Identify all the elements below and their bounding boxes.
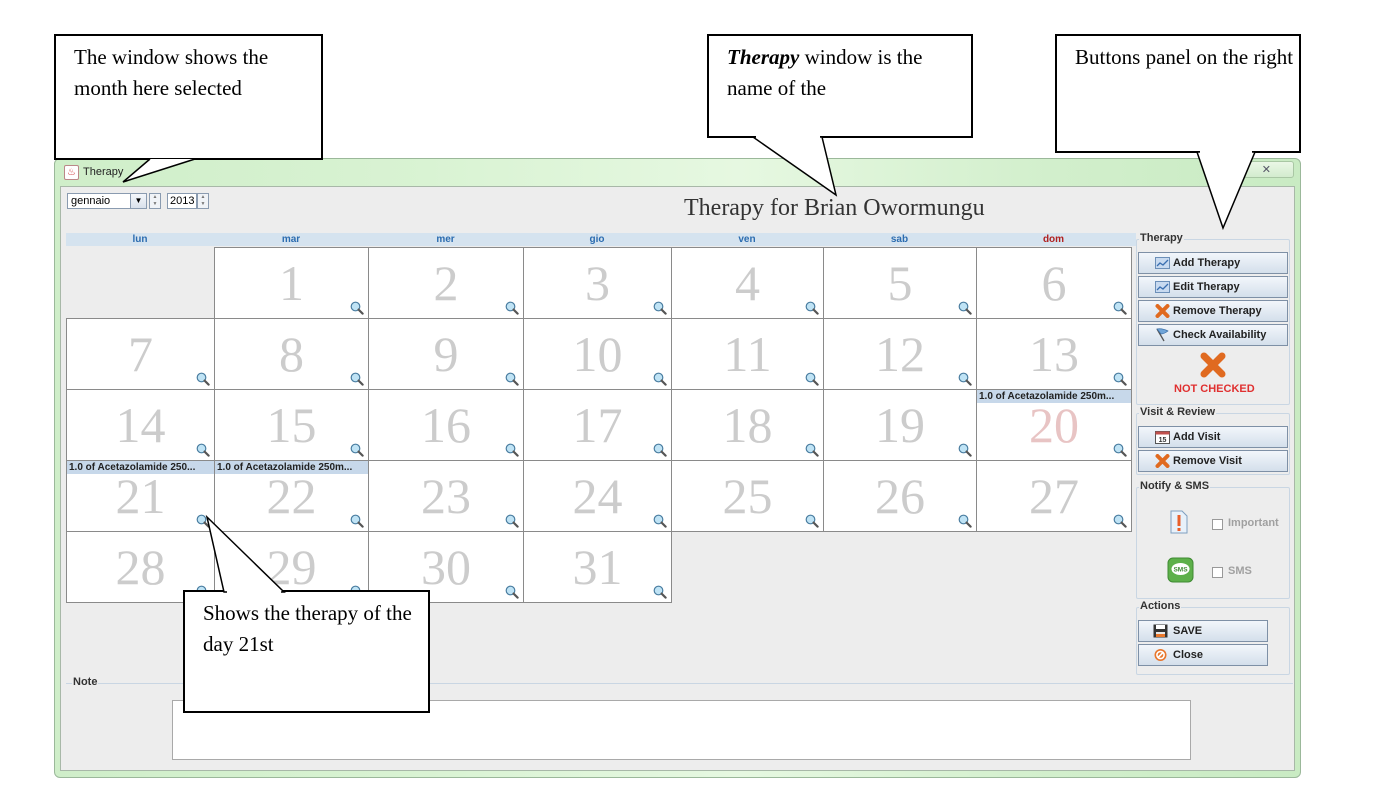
pointer-day [205,514,286,593]
pointer-panel [1195,151,1257,231]
callout-pointers [122,135,1257,594]
pointer-name [750,136,838,197]
